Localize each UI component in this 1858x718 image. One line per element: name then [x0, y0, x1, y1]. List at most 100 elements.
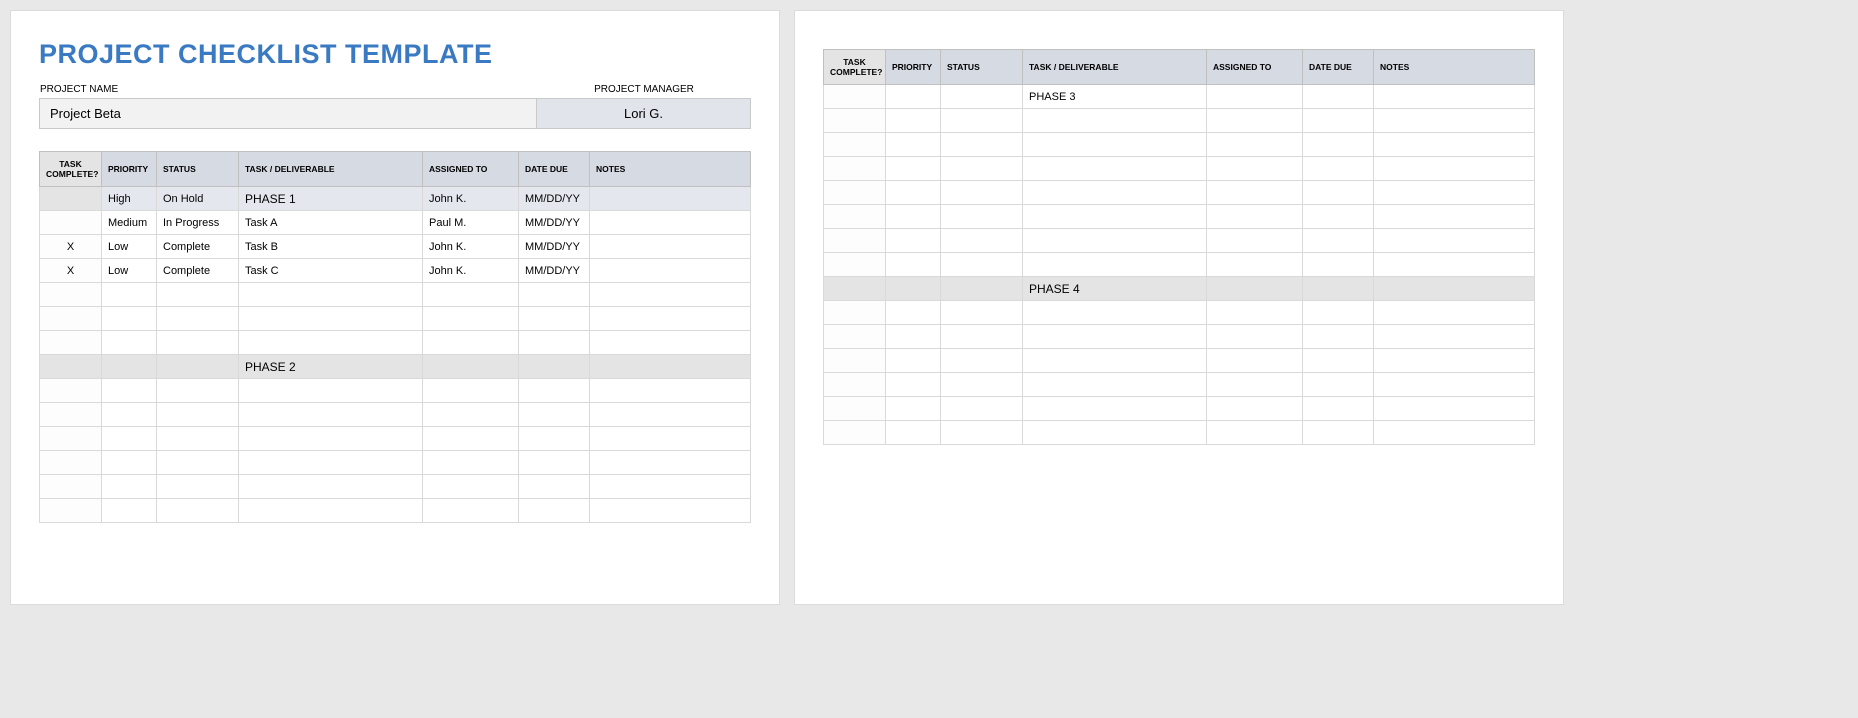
cell-task[interactable]	[1023, 181, 1207, 205]
cell-status[interactable]	[941, 109, 1023, 133]
cell-assigned[interactable]	[1207, 205, 1303, 229]
cell-status[interactable]	[941, 373, 1023, 397]
cell-complete[interactable]	[824, 157, 886, 181]
cell-notes[interactable]	[590, 379, 751, 403]
cell-priority[interactable]: Medium	[102, 211, 157, 235]
cell-date_due[interactable]	[519, 331, 590, 355]
cell-date_due[interactable]	[519, 379, 590, 403]
cell-status[interactable]: On Hold	[157, 187, 239, 211]
cell-notes[interactable]	[1374, 109, 1535, 133]
cell-task[interactable]	[1023, 397, 1207, 421]
cell-complete[interactable]	[824, 229, 886, 253]
cell-notes[interactable]	[1374, 133, 1535, 157]
cell-task[interactable]	[1023, 229, 1207, 253]
cell-assigned[interactable]: John K.	[423, 259, 519, 283]
cell-priority[interactable]	[886, 181, 941, 205]
cell-notes[interactable]	[1374, 301, 1535, 325]
cell-assigned[interactable]: John K.	[423, 235, 519, 259]
cell-task[interactable]	[1023, 205, 1207, 229]
cell-status[interactable]	[157, 283, 239, 307]
project-name-value[interactable]: Project Beta	[39, 99, 537, 128]
cell-priority[interactable]	[886, 421, 941, 445]
cell-complete[interactable]	[40, 475, 102, 499]
cell-assigned[interactable]	[423, 307, 519, 331]
cell-date_due[interactable]	[519, 355, 590, 379]
cell-task[interactable]	[1023, 349, 1207, 373]
cell-status[interactable]	[941, 229, 1023, 253]
cell-assigned[interactable]	[423, 379, 519, 403]
cell-task[interactable]	[1023, 325, 1207, 349]
cell-date_due[interactable]	[1303, 229, 1374, 253]
cell-date_due[interactable]	[1303, 205, 1374, 229]
cell-task[interactable]: PHASE 2	[239, 355, 423, 379]
cell-date_due[interactable]	[1303, 157, 1374, 181]
cell-assigned[interactable]	[423, 403, 519, 427]
cell-status[interactable]	[157, 355, 239, 379]
cell-notes[interactable]	[590, 307, 751, 331]
cell-status[interactable]	[157, 403, 239, 427]
cell-assigned[interactable]	[1207, 229, 1303, 253]
cell-date_due[interactable]	[519, 403, 590, 427]
cell-assigned[interactable]	[423, 499, 519, 523]
cell-priority[interactable]	[102, 355, 157, 379]
cell-task[interactable]	[1023, 133, 1207, 157]
cell-assigned[interactable]	[423, 331, 519, 355]
cell-priority[interactable]	[886, 325, 941, 349]
cell-task[interactable]	[1023, 421, 1207, 445]
cell-assigned[interactable]	[1207, 421, 1303, 445]
cell-notes[interactable]	[1374, 373, 1535, 397]
cell-task[interactable]	[1023, 253, 1207, 277]
cell-date_due[interactable]	[1303, 373, 1374, 397]
cell-date_due[interactable]	[1303, 421, 1374, 445]
cell-notes[interactable]	[590, 187, 751, 211]
cell-status[interactable]	[941, 181, 1023, 205]
cell-task[interactable]	[1023, 109, 1207, 133]
cell-task[interactable]	[239, 475, 423, 499]
cell-task[interactable]	[239, 379, 423, 403]
cell-priority[interactable]	[102, 307, 157, 331]
cell-task[interactable]	[239, 403, 423, 427]
cell-date_due[interactable]	[1303, 181, 1374, 205]
cell-status[interactable]	[157, 307, 239, 331]
cell-assigned[interactable]	[423, 355, 519, 379]
cell-status[interactable]	[941, 205, 1023, 229]
cell-status[interactable]	[941, 421, 1023, 445]
cell-task[interactable]	[1023, 157, 1207, 181]
cell-notes[interactable]	[1374, 349, 1535, 373]
cell-assigned[interactable]	[423, 427, 519, 451]
cell-complete[interactable]	[824, 133, 886, 157]
cell-status[interactable]	[157, 499, 239, 523]
cell-priority[interactable]	[102, 403, 157, 427]
cell-status[interactable]	[941, 157, 1023, 181]
cell-priority[interactable]	[102, 379, 157, 403]
cell-priority[interactable]	[886, 397, 941, 421]
cell-complete[interactable]	[40, 379, 102, 403]
cell-complete[interactable]	[40, 451, 102, 475]
cell-assigned[interactable]	[1207, 277, 1303, 301]
cell-notes[interactable]	[590, 355, 751, 379]
cell-priority[interactable]	[102, 451, 157, 475]
cell-date_due[interactable]	[1303, 301, 1374, 325]
cell-status[interactable]	[941, 397, 1023, 421]
cell-task[interactable]	[239, 331, 423, 355]
cell-task[interactable]	[1023, 373, 1207, 397]
cell-task[interactable]: PHASE 1	[239, 187, 423, 211]
cell-date_due[interactable]: MM/DD/YY	[519, 259, 590, 283]
cell-priority[interactable]	[886, 205, 941, 229]
cell-complete[interactable]	[824, 181, 886, 205]
cell-status[interactable]: In Progress	[157, 211, 239, 235]
cell-notes[interactable]	[590, 331, 751, 355]
cell-date_due[interactable]: MM/DD/YY	[519, 211, 590, 235]
cell-priority[interactable]	[102, 427, 157, 451]
cell-assigned[interactable]	[1207, 325, 1303, 349]
cell-date_due[interactable]	[519, 451, 590, 475]
cell-priority[interactable]	[102, 499, 157, 523]
cell-priority[interactable]	[886, 253, 941, 277]
cell-assigned[interactable]	[1207, 85, 1303, 109]
cell-complete[interactable]	[824, 325, 886, 349]
cell-notes[interactable]	[1374, 229, 1535, 253]
cell-complete[interactable]	[824, 421, 886, 445]
cell-priority[interactable]	[102, 475, 157, 499]
cell-notes[interactable]	[1374, 253, 1535, 277]
cell-assigned[interactable]	[1207, 253, 1303, 277]
